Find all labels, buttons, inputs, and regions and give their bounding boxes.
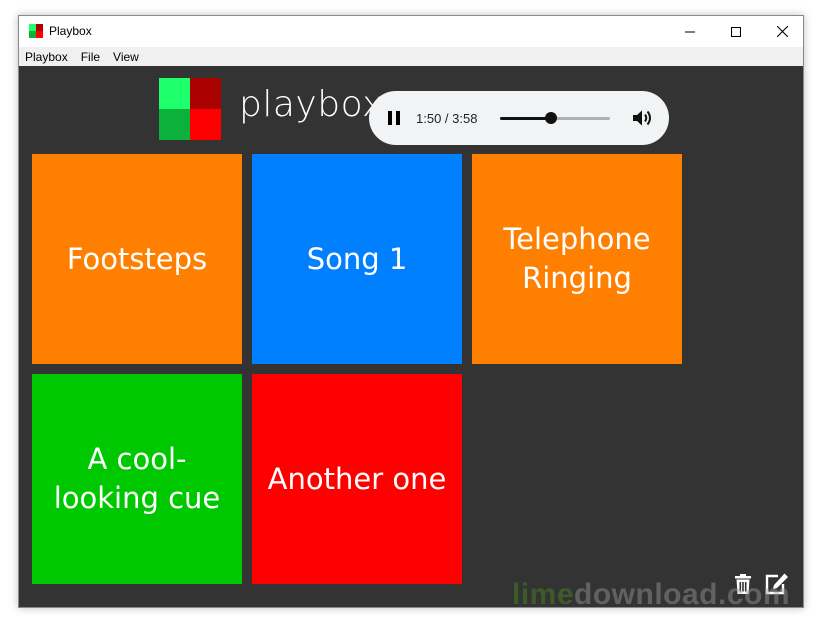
menu-playbox[interactable]: Playbox: [25, 50, 68, 64]
title-bar[interactable]: Playbox: [19, 16, 803, 47]
cue-footsteps[interactable]: Footsteps: [32, 154, 242, 364]
app-window: Playbox Playbox File View playbox 1:50 /…: [18, 15, 804, 608]
logo-tile: [190, 109, 221, 140]
cue-label: Another one: [267, 461, 447, 496]
seek-thumb[interactable]: [544, 112, 557, 124]
cue-label: A cool-looking cue: [53, 442, 221, 515]
watermark-rest: download.com: [574, 578, 791, 611]
app-icon: [29, 24, 43, 38]
audio-player: 1:50 / 3:58: [369, 91, 669, 145]
maximize-icon: [731, 26, 741, 37]
minimize-button[interactable]: [667, 16, 713, 47]
cue-label: Footsteps: [66, 241, 208, 276]
watermark: limedownload.com: [512, 578, 790, 612]
cue-label: Telephone Ringing: [503, 222, 651, 295]
pause-button[interactable]: [386, 109, 404, 127]
seek-slider[interactable]: [500, 112, 610, 124]
minimize-icon: [685, 31, 695, 32]
close-button[interactable]: [759, 16, 803, 47]
volume-icon: [633, 110, 651, 126]
brand-name: playbox: [239, 84, 384, 125]
window-title: Playbox: [49, 24, 92, 38]
cue-telephone-ringing[interactable]: Telephone Ringing: [472, 154, 682, 364]
menu-view[interactable]: View: [113, 50, 139, 64]
menu-bar: Playbox File View: [19, 47, 803, 66]
main-content: playbox 1:50 / 3:58 Footsteps Song 1 Tel…: [19, 66, 803, 607]
playbox-logo: [159, 78, 221, 140]
cue-label: Song 1: [306, 241, 408, 276]
logo-tile: [190, 78, 221, 109]
close-icon: [776, 26, 788, 37]
cue-song-1[interactable]: Song 1: [252, 154, 462, 364]
logo-tile: [159, 78, 190, 109]
watermark-lime: lime: [512, 578, 575, 611]
seek-progress: [500, 117, 551, 120]
cue-a-cool-looking-cue[interactable]: A cool-looking cue: [32, 374, 242, 584]
cue-another-one[interactable]: Another one: [252, 374, 462, 584]
pause-icon: [388, 111, 392, 125]
menu-file[interactable]: File: [81, 50, 100, 64]
playback-time: 1:50 / 3:58: [416, 111, 478, 126]
volume-button[interactable]: [632, 108, 654, 128]
logo-tile: [159, 109, 190, 140]
maximize-button[interactable]: [713, 16, 759, 47]
